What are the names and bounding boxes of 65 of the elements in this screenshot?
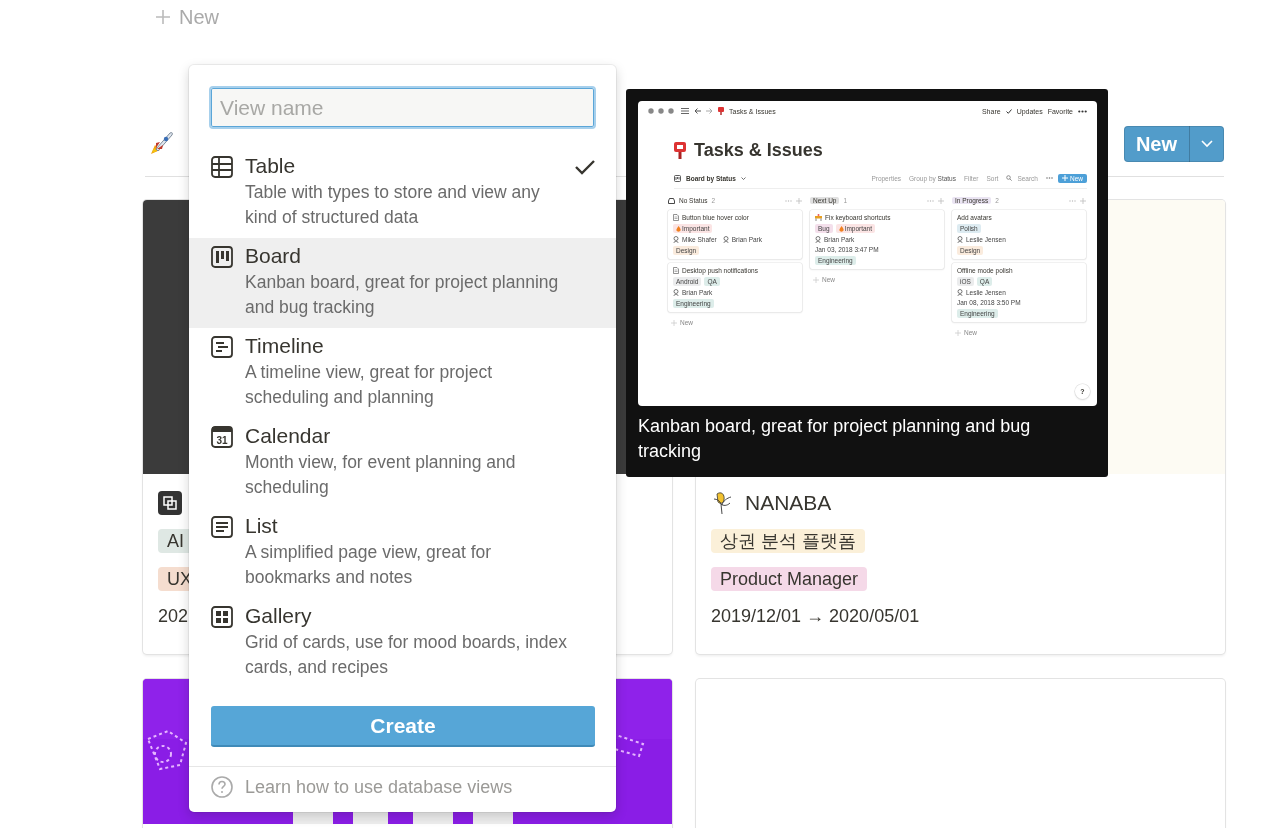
check-icon (1005, 108, 1012, 114)
option-description: Table with types to store and view any kind of structured data (245, 181, 541, 229)
list-icon (211, 516, 233, 538)
app-icon (158, 491, 182, 515)
avatar-icon (722, 236, 729, 243)
option-title: List (245, 514, 279, 538)
help-icon (211, 776, 233, 798)
view-option[interactable]: Board Kanban board, great for project planning and bug tracking (189, 238, 616, 328)
plus-icon (155, 9, 171, 25)
avatar-icon (673, 236, 679, 243)
document-icon (673, 214, 679, 221)
option-title: Table (245, 154, 297, 178)
plus-icon (671, 319, 677, 326)
view-option[interactable]: 31 Calendar Month view, for event planning and scheduling (189, 418, 616, 508)
board-icon (211, 246, 233, 268)
date-range: 2019/12/01 → 2020/05/01 (711, 605, 920, 627)
window-controls-icon (648, 108, 676, 114)
option-description: Kanban board, great for project planning and bug tracking (245, 271, 560, 319)
barrier-icon (815, 214, 822, 221)
view-name-field[interactable]: View name (209, 86, 596, 129)
view-option[interactable]: Timeline A timeline view, great for project scheduling and planning (189, 328, 616, 418)
plus-icon (1062, 175, 1068, 181)
board-icon (674, 174, 681, 182)
view-option[interactable]: Gallery Grid of cards, use for mood boards, index cards, and recipes (189, 598, 616, 688)
mailbox-icon (718, 107, 724, 115)
card-title: NANABA (745, 491, 832, 515)
back-arrow-icon (694, 108, 701, 114)
date-range: 202 (158, 605, 189, 627)
avatar-icon (957, 236, 963, 243)
option-title: Board (245, 244, 303, 268)
plus-icon (796, 197, 802, 204)
table-icon (211, 156, 233, 178)
tag: 상권 분석 플랫폼 (711, 529, 865, 553)
more-icon (1078, 109, 1087, 113)
preview-caption: Kanban board, great for project planning and bug tracking (638, 415, 1032, 463)
option-description: A simplified page view, great for bookmarks and notes (245, 541, 493, 589)
chevron-down-icon (1201, 140, 1213, 148)
page-title: Tasks & Issues (694, 139, 823, 161)
search-icon (1006, 175, 1013, 181)
avatar-icon (957, 289, 963, 296)
timeline-icon (211, 336, 233, 358)
chevron-down-icon (740, 176, 746, 180)
document-icon (673, 267, 679, 274)
plus-icon (813, 276, 819, 283)
avatar-icon (815, 236, 821, 243)
flame-icon (838, 225, 844, 232)
option-title: Calendar (245, 424, 332, 448)
avatar-icon (673, 289, 679, 296)
inbox-icon (668, 197, 675, 204)
option-description: Grid of cards, use for mood boards, index cards, and recipes (245, 631, 568, 679)
tag: Product Manager (711, 567, 868, 591)
grid-icon (211, 606, 233, 628)
forward-arrow-icon (706, 108, 713, 114)
option-title: Gallery (245, 604, 313, 628)
plus-icon (1080, 197, 1086, 204)
flame-icon (676, 225, 681, 232)
option-description: A timeline view, great for project scheduling and planning (245, 361, 494, 409)
calendar-icon: 31 (211, 426, 233, 448)
menu-icon (681, 108, 689, 114)
plus-icon (938, 197, 944, 204)
view-option[interactable]: Table Table with types to store and view any kind of structured data (189, 148, 616, 238)
mailbox-icon (674, 141, 686, 159)
plus-icon (955, 329, 961, 336)
option-description: Month view, for event planning and scheduling (245, 451, 517, 499)
option-title: Timeline (245, 334, 325, 358)
